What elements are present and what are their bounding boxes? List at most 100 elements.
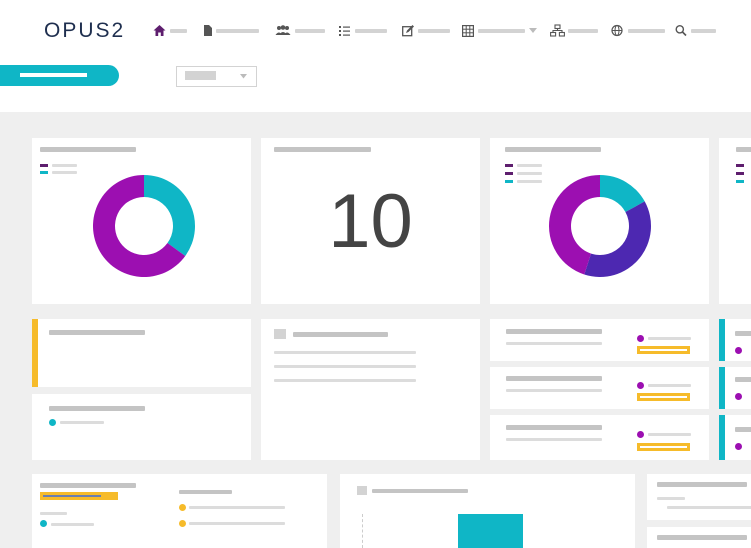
- legend-swatch: [40, 164, 48, 167]
- text-card[interactable]: [261, 319, 480, 460]
- widget-title: [274, 147, 371, 152]
- widget-title: [40, 147, 136, 152]
- legend-label: [517, 164, 542, 167]
- task-card-1[interactable]: [490, 319, 709, 361]
- legend-swatch: [736, 180, 744, 183]
- list-icon: [339, 26, 350, 36]
- status-card[interactable]: [32, 394, 251, 460]
- status-dot: [49, 419, 56, 426]
- nav-label: [478, 29, 525, 33]
- status-label: [648, 433, 691, 436]
- list-line: [657, 497, 685, 500]
- legend-label: [52, 164, 77, 167]
- card-title: [49, 330, 145, 335]
- nav-label: [691, 29, 716, 33]
- progress-bar: [637, 346, 690, 354]
- org-chart-icon: [550, 24, 565, 37]
- chevron-down-icon: [240, 74, 247, 79]
- legend-swatch: [736, 172, 744, 175]
- chart-axis: [362, 514, 364, 548]
- status-dot: [179, 520, 186, 527]
- legend-label: [517, 172, 542, 175]
- status-dot: [735, 347, 742, 354]
- accent-bar: [719, 415, 725, 460]
- legend-swatch: [40, 171, 48, 174]
- nav-label: [170, 29, 187, 33]
- bar-chart-widget[interactable]: [340, 474, 635, 548]
- task-title: [506, 376, 602, 381]
- chart-bar: [458, 514, 523, 548]
- legend-swatch: [505, 180, 513, 183]
- nav-item-grid[interactable]: [462, 24, 538, 38]
- nav-item-org[interactable]: [550, 24, 600, 38]
- task-title: [506, 425, 602, 430]
- accent-bar: [719, 367, 725, 409]
- status-dot: [637, 335, 644, 342]
- task-detail: [506, 342, 602, 345]
- summary-label: [40, 512, 67, 515]
- stat-widget[interactable]: 10: [261, 138, 480, 304]
- filter-select[interactable]: [176, 66, 257, 87]
- nav-item-edit[interactable]: [402, 24, 450, 38]
- status-dot: [637, 431, 644, 438]
- nav-item-globe[interactable]: [611, 24, 667, 38]
- donut-chart-widget-2[interactable]: [490, 138, 709, 304]
- nav-item-home[interactable]: [153, 24, 189, 38]
- legend-swatch: [505, 172, 513, 175]
- donut-chart-widget-1[interactable]: [32, 138, 251, 304]
- donut-chart: [549, 175, 651, 277]
- status-dot: [179, 504, 186, 511]
- nav-label: [418, 29, 450, 33]
- summary-label: [189, 522, 285, 525]
- task-detail: [506, 389, 602, 392]
- select-value: [185, 71, 216, 80]
- accent-card-3[interactable]: [719, 415, 751, 460]
- nav-label: [568, 29, 598, 33]
- accent-card-1[interactable]: [719, 319, 751, 361]
- accent-card-2[interactable]: [719, 367, 751, 409]
- card-title: [657, 482, 747, 487]
- nav-item-search[interactable]: [675, 24, 717, 38]
- nav-item-people[interactable]: [275, 24, 327, 38]
- status-label: [648, 337, 691, 340]
- highlight-tag: [40, 492, 118, 500]
- list-card-2[interactable]: [647, 527, 751, 548]
- task-card-3[interactable]: [490, 415, 709, 460]
- status-label: [648, 384, 691, 387]
- text-card-thumbnail: [274, 329, 286, 339]
- nav-label: [295, 29, 325, 33]
- stat-value: 10: [328, 179, 413, 264]
- progress-bar: [637, 443, 690, 451]
- nav-label: [355, 29, 387, 33]
- grid-icon: [462, 25, 474, 37]
- search-icon: [675, 25, 687, 37]
- primary-action-button[interactable]: [0, 65, 119, 86]
- button-label: [20, 73, 87, 77]
- card-title: [735, 427, 751, 432]
- donut-slice[interactable]: [144, 175, 195, 256]
- donut-slice[interactable]: [584, 201, 651, 277]
- status-dot: [735, 393, 742, 400]
- list-line: [667, 506, 751, 509]
- card-title: [657, 535, 747, 540]
- status-dot: [637, 382, 644, 389]
- donut-chart-widget-3[interactable]: [719, 138, 751, 304]
- widget-title: [372, 489, 468, 493]
- summary-subtitle: [179, 490, 232, 494]
- task-card-2[interactable]: [490, 367, 709, 409]
- card-title: [293, 332, 388, 337]
- donut-chart: [93, 175, 195, 277]
- nav-item-list[interactable]: [339, 24, 389, 38]
- task-title: [506, 329, 602, 334]
- nav-item-documents[interactable]: [203, 24, 261, 38]
- accent-bar: [32, 319, 38, 387]
- card-title: [735, 377, 751, 382]
- summary-card[interactable]: [32, 474, 327, 548]
- people-icon: [275, 25, 291, 35]
- text-line: [274, 379, 416, 382]
- accent-bar: [719, 319, 725, 361]
- highlight-card[interactable]: [32, 319, 251, 387]
- status-label: [60, 421, 104, 424]
- list-card-1[interactable]: [647, 474, 751, 520]
- brand-logo[interactable]: OPUS2: [44, 19, 125, 43]
